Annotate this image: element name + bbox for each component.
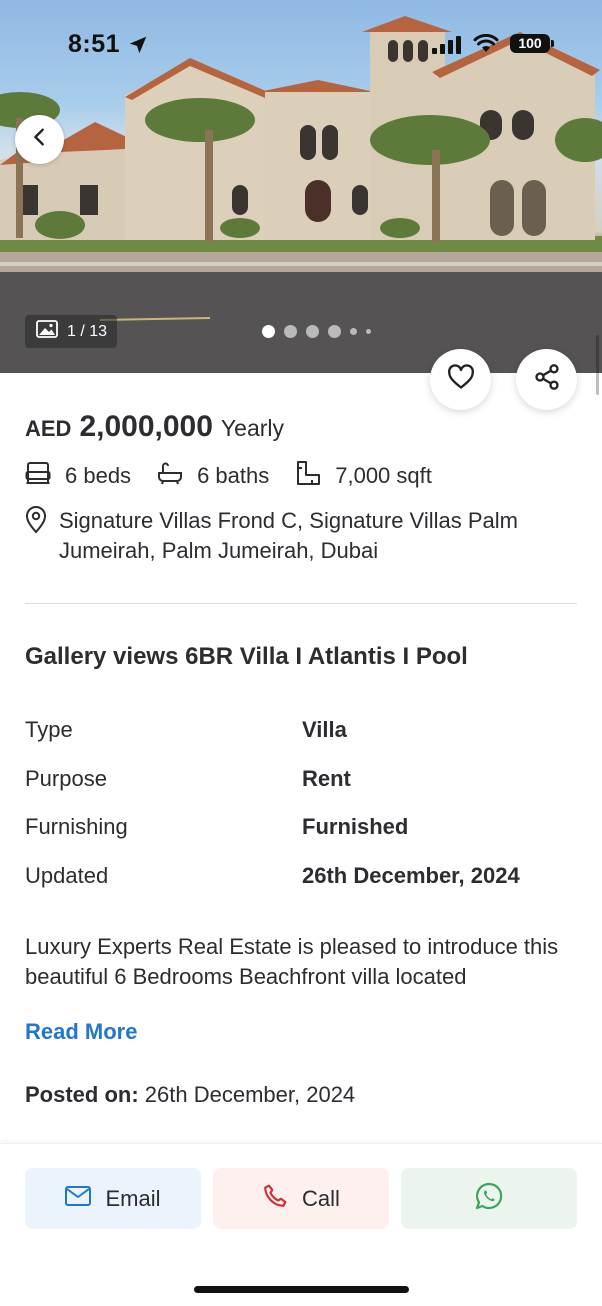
email-label: Email: [105, 1185, 161, 1211]
detail-value: Furnished: [302, 814, 409, 840]
share-icon: [533, 363, 561, 396]
detail-row-type: Type Villa: [25, 706, 585, 755]
pagination-dot: [328, 325, 341, 338]
posted-date: 26th December, 2024: [144, 1082, 356, 1107]
area-text: 7,000 sqft: [335, 463, 432, 488]
image-icon: [36, 320, 58, 343]
pagination-dot: [284, 325, 297, 338]
status-time: 8:51: [68, 30, 121, 58]
detail-label: Updated: [25, 862, 109, 888]
favorite-button[interactable]: [430, 349, 491, 410]
posted-on: Posted on: 26th December, 2024: [25, 1082, 355, 1108]
wifi-icon: [473, 33, 499, 59]
posted-label: Posted on:: [25, 1082, 139, 1107]
baths-spec: 6 baths: [157, 461, 269, 491]
detail-row-updated: Updated 26th December, 2024: [25, 852, 585, 901]
phone-icon: [262, 1183, 288, 1215]
share-button[interactable]: [516, 349, 577, 410]
location: Signature Villas Frond C, Signature Vill…: [25, 506, 585, 566]
detail-row-purpose: Purpose Rent: [25, 755, 585, 804]
chevron-left-icon: [29, 126, 51, 153]
scrollbar[interactable]: [596, 335, 599, 395]
home-indicator: [194, 1286, 409, 1293]
pagination-dot: [366, 329, 371, 334]
cellular-signal-icon: [432, 36, 464, 59]
area-spec: 7,000 sqft: [295, 460, 432, 492]
listing-photo[interactable]: 8:51 100 1 / 13: [0, 0, 602, 373]
divider: [25, 603, 577, 604]
pagination-dot: [306, 325, 319, 338]
photo-counter: 1 / 13: [25, 315, 117, 348]
call-button[interactable]: Call: [213, 1168, 389, 1229]
heart-icon: [447, 364, 475, 395]
photo-counter-text: 1 / 13: [67, 322, 108, 340]
pagination-dot: [350, 328, 357, 335]
read-more-link[interactable]: Read More: [25, 1019, 137, 1045]
detail-label: Purpose: [25, 765, 107, 791]
price-currency: AED: [25, 416, 72, 441]
bathtub-icon: [157, 461, 183, 491]
location-arrow-icon: [127, 34, 149, 61]
battery-indicator: 100: [510, 34, 554, 53]
gallery-pagination: [262, 325, 371, 338]
property-specs: 6 beds 6 baths 7,000 sqft: [25, 460, 458, 492]
detail-label: Furnishing: [25, 814, 128, 840]
baths-text: 6 baths: [197, 463, 270, 488]
map-pin-icon: [25, 506, 47, 566]
email-button[interactable]: Email: [25, 1168, 201, 1229]
back-button[interactable]: [15, 115, 64, 164]
description-text: Luxury Experts Real Estate is pleased to…: [25, 934, 559, 989]
whatsapp-icon: [474, 1181, 504, 1217]
price-period: Yearly: [220, 415, 285, 441]
detail-value: 26th December, 2024: [302, 862, 520, 888]
beds-spec: 6 beds: [25, 461, 131, 491]
property-details: Type Villa Purpose Rent Furnishing Furni…: [25, 706, 585, 900]
listing-title: Gallery views 6BR Villa I Atlantis I Poo…: [25, 643, 468, 670]
pagination-dot: [262, 325, 275, 338]
address-text: Signature Villas Frond C, Signature Vill…: [59, 508, 518, 563]
bed-icon: [25, 461, 51, 491]
envelope-icon: [65, 1185, 92, 1212]
beds-text: 6 beds: [65, 463, 132, 488]
detail-label: Type: [25, 717, 73, 743]
price-amount: 2,000,000: [79, 410, 213, 443]
detail-value: Villa: [302, 717, 347, 743]
status-bar: 8:51 100: [0, 28, 602, 64]
price: AED 2,000,000 Yearly: [25, 410, 284, 444]
whatsapp-button[interactable]: [401, 1168, 577, 1229]
area-icon: [295, 460, 321, 492]
detail-value: Rent: [302, 765, 351, 791]
call-label: Call: [302, 1185, 340, 1211]
detail-row-furnishing: Furnishing Furnished: [25, 803, 585, 852]
